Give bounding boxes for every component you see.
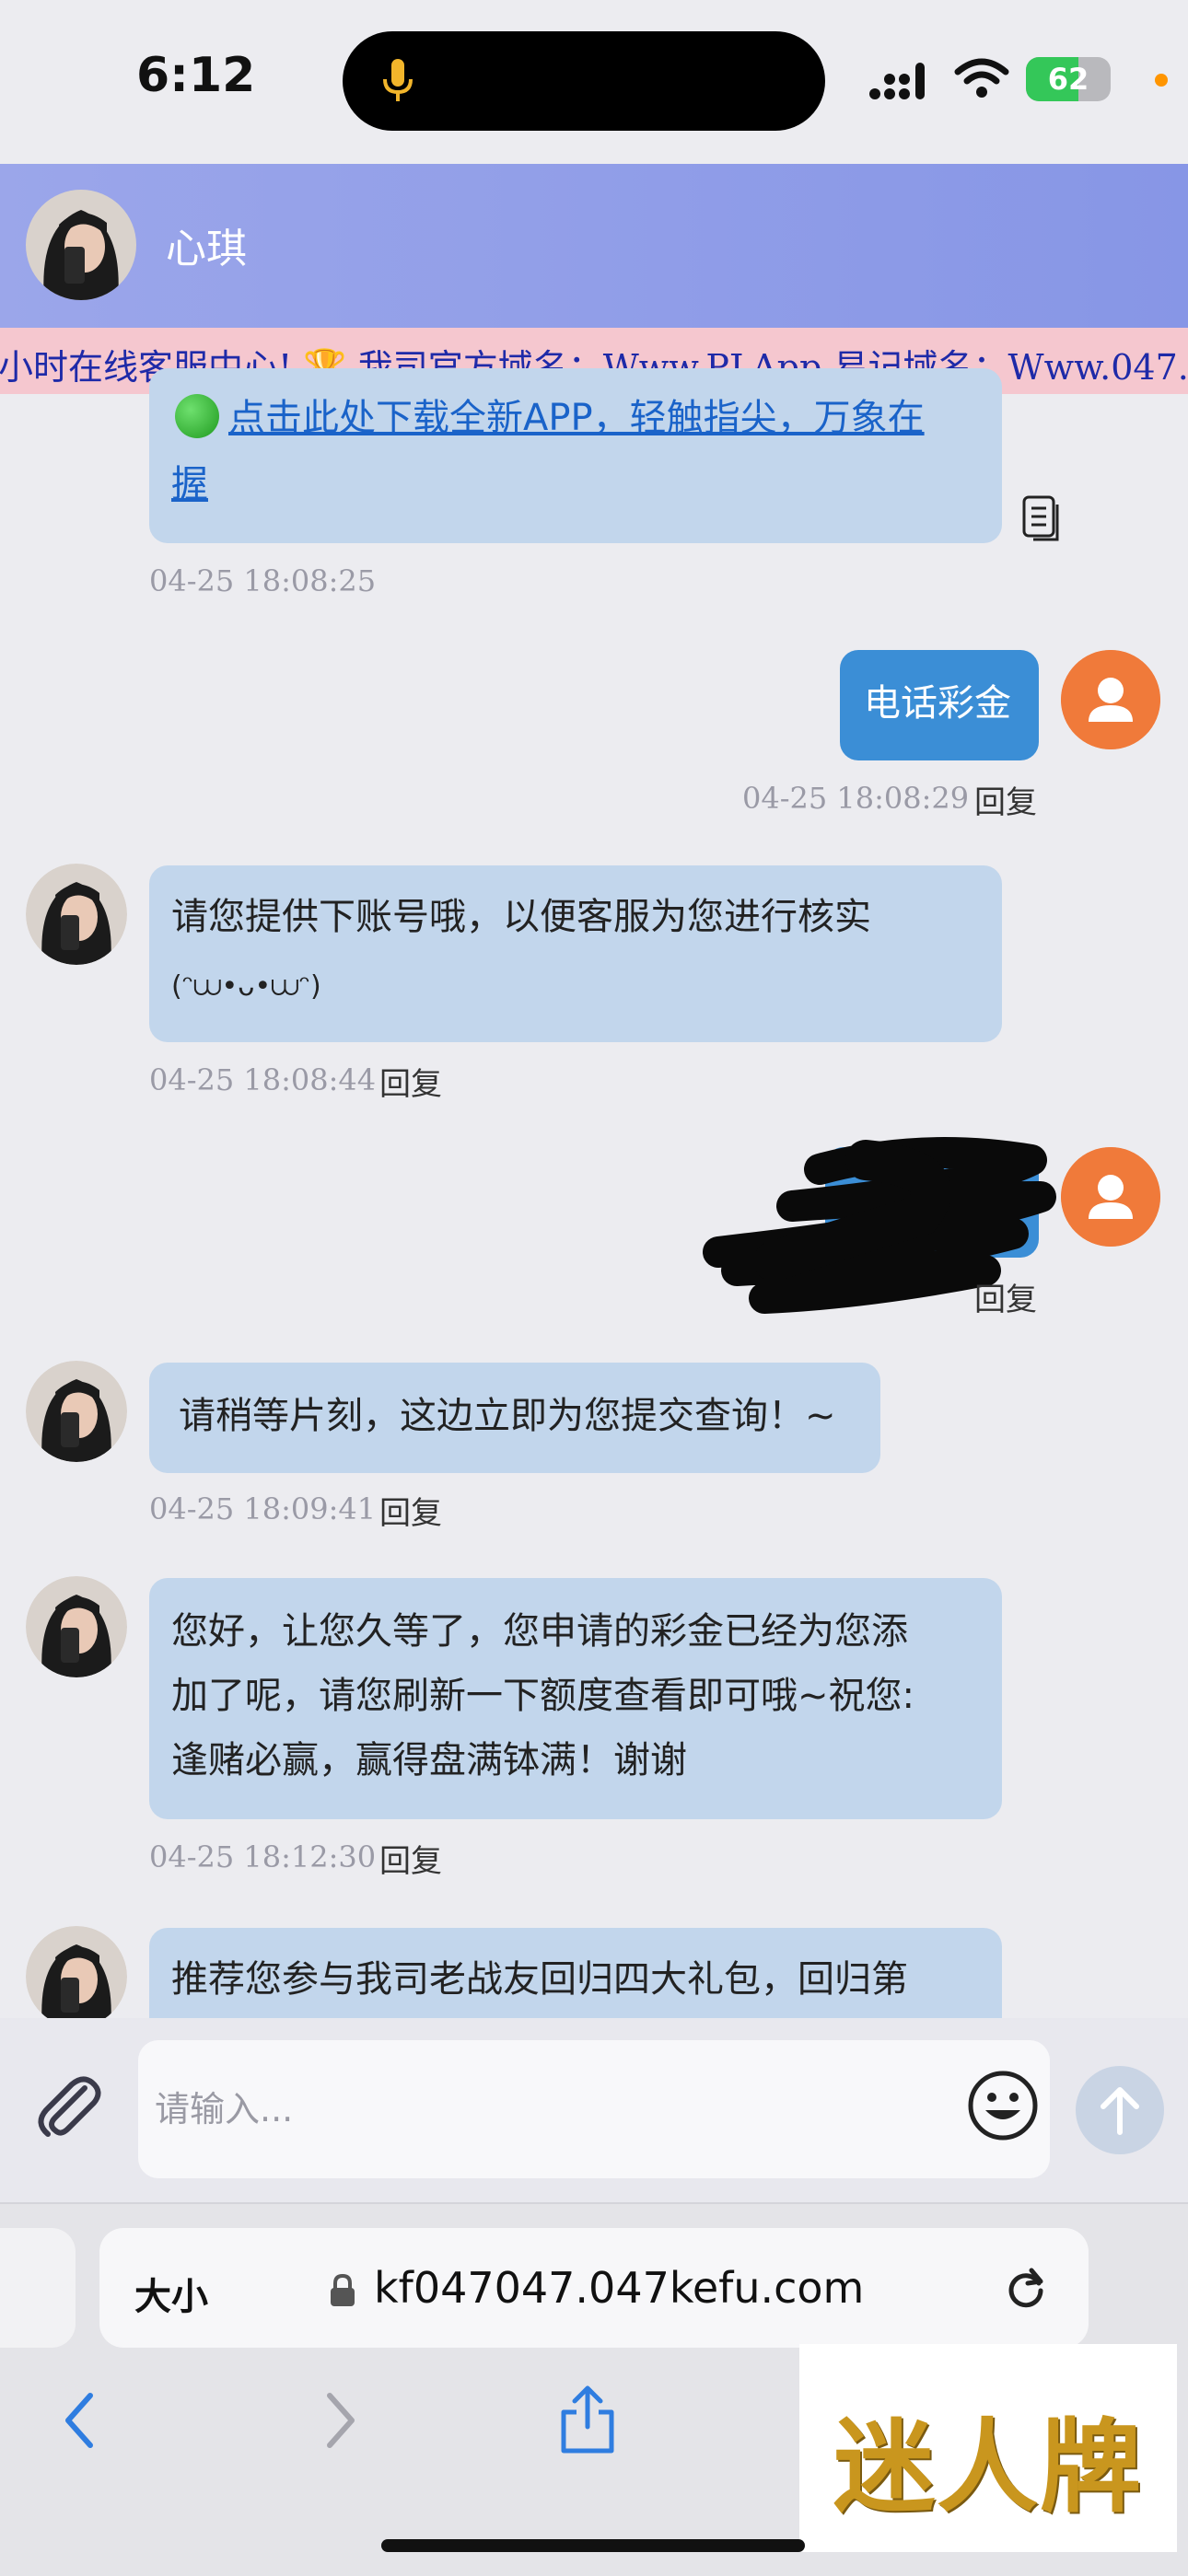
message-text: 您好，让您久等了，您申请的彩金已经为您添 bbox=[171, 1610, 908, 1653]
message-input[interactable] bbox=[138, 2040, 1050, 2178]
microphone-icon bbox=[383, 59, 413, 101]
message-text: 请稍等片刻，这边立即为您提交查询！~ bbox=[179, 1395, 836, 1437]
contact-name: 心琪 bbox=[166, 226, 247, 273]
paperclip-icon[interactable] bbox=[33, 2070, 107, 2143]
user-avatar-icon bbox=[1061, 650, 1160, 749]
home-indicator bbox=[381, 2539, 805, 2552]
contact-avatar[interactable] bbox=[26, 190, 136, 300]
download-app-link-cont[interactable]: 握 bbox=[171, 451, 208, 517]
agent-avatar bbox=[26, 1576, 127, 1677]
battery-indicator: 62 bbox=[1026, 57, 1111, 101]
arrow-up-icon bbox=[1101, 2087, 1139, 2135]
send-button[interactable] bbox=[1076, 2066, 1164, 2154]
message-text: 加了呢，请您刷新一下额度查看即可哦~祝您: bbox=[171, 1675, 914, 1717]
message-timestamp: 04-25 18:09:41 bbox=[149, 1491, 377, 1526]
agent-avatar bbox=[26, 1361, 127, 1462]
reply-button[interactable]: 回复 bbox=[379, 1836, 442, 1881]
reply-button[interactable]: 回复 bbox=[974, 777, 1037, 822]
watermark-text: 迷人牌 bbox=[833, 2408, 1143, 2526]
message-text: 请您提供下账号哦，以便客服为您进行核实 bbox=[171, 896, 871, 938]
battery-percent: 62 bbox=[1047, 62, 1089, 97]
green-circle-icon bbox=[175, 394, 219, 438]
copy-icon[interactable] bbox=[1020, 493, 1063, 541]
user-avatar-icon bbox=[1061, 1147, 1160, 1247]
emoji-icon[interactable] bbox=[965, 2068, 1041, 2143]
reply-button[interactable]: 回复 bbox=[974, 1274, 1037, 1319]
agent-avatar bbox=[26, 1926, 127, 2027]
previous-tab[interactable] bbox=[0, 2228, 76, 2348]
reply-button[interactable]: 回复 bbox=[379, 1059, 442, 1104]
text-size-button[interactable]: 大小 bbox=[134, 2267, 208, 2320]
message-timestamp: 04-25 18:12:30 bbox=[149, 1839, 377, 1874]
reload-icon[interactable] bbox=[1002, 2263, 1050, 2311]
message-text: 逢赌必赢，赢得盘满钵满！谢谢 bbox=[171, 1739, 687, 1781]
download-app-link[interactable]: 点击此处下载全新APP，轻触指尖，万象在 bbox=[228, 385, 925, 451]
message-text: 电话彩金 bbox=[864, 682, 1011, 725]
lock-icon bbox=[331, 2273, 355, 2306]
message-kaomoji: (ᵔ⩊•ᴗ•⩊ᵔ) bbox=[171, 970, 321, 1003]
privacy-indicator-dot bbox=[1155, 74, 1168, 87]
status-time: 6:12 bbox=[136, 48, 256, 103]
back-icon[interactable] bbox=[57, 2388, 103, 2453]
agent-avatar bbox=[26, 864, 127, 965]
message-text: 推荐您参与我司老战友回归四大礼包，回归第 bbox=[171, 1958, 908, 2001]
url-text[interactable]: kf047047.047kefu.com bbox=[374, 2263, 864, 2313]
share-icon[interactable] bbox=[556, 2383, 619, 2456]
message-timestamp: 04-25 18:08:44 bbox=[149, 1062, 377, 1097]
wifi-icon bbox=[954, 58, 1009, 98]
watermark-logo: 迷人牌 bbox=[799, 2344, 1177, 2552]
message-timestamp: 04-25 18:08:25 bbox=[149, 563, 377, 598]
message-timestamp: 04-25 18:08:29 bbox=[742, 781, 970, 816]
cellular-signal-icon bbox=[869, 63, 925, 99]
reply-button[interactable]: 回复 bbox=[379, 1488, 442, 1533]
forward-icon[interactable] bbox=[317, 2388, 363, 2453]
